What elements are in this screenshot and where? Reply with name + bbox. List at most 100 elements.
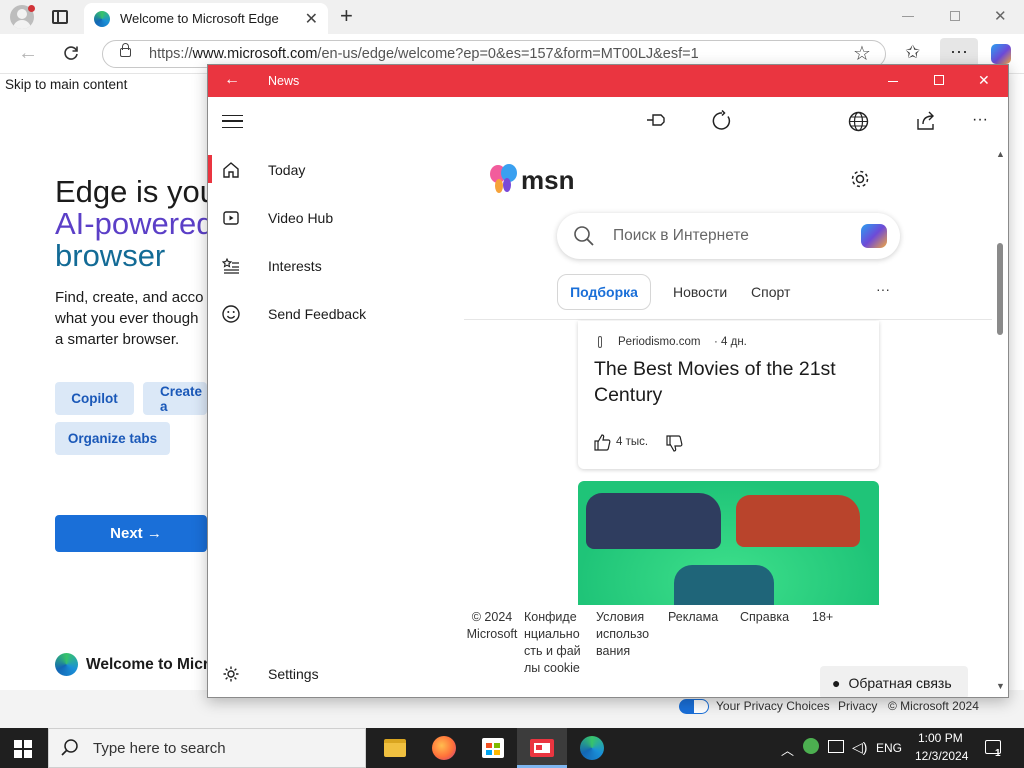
footer-terms-link[interactable]: Условия использования [596, 609, 654, 660]
msn-search-box[interactable]: Поиск в Интернете [557, 213, 900, 259]
url-path: /en-us/edge/welcome?ep=0&es=157&form=MT0… [317, 46, 699, 62]
firefox-icon[interactable] [432, 736, 456, 760]
nav-label-video-hub: Video Hub [268, 210, 334, 226]
welcome-desc-2: what you ever though [55, 310, 199, 327]
close-tab-icon[interactable]: ✕ [305, 9, 318, 29]
article-likes: 4 тыс. [616, 436, 649, 448]
footer-copyright: © 2024 Microsoft [466, 610, 518, 641]
lock-shackle [122, 43, 129, 50]
tab-welcome[interactable]: Welcome to Microsoft Edge ✕ [84, 3, 328, 34]
tray-language[interactable]: ENG [876, 741, 902, 755]
file-explorer-icon[interactable] [384, 739, 406, 757]
nav-item-send-feedback[interactable]: Send Feedback [208, 294, 464, 334]
msn-settings-icon[interactable] [849, 168, 871, 190]
tray-volume-icon[interactable]: ◁) [852, 739, 867, 756]
thumbs-up-icon[interactable] [594, 434, 611, 451]
footer-ads-link[interactable]: Реклама [668, 609, 718, 626]
msn-logo-text: msn [521, 165, 575, 195]
refresh-icon[interactable] [62, 44, 80, 62]
msn-search-placeholder: Поиск в Интернете [613, 227, 749, 244]
start-button-icon[interactable] [14, 740, 32, 758]
copilot-search-icon[interactable] [861, 224, 887, 248]
scroll-down-arrow[interactable]: ▼ [996, 681, 1005, 691]
news-title-bar: ← News ✕ [208, 65, 1008, 97]
url-prefix: https:// [149, 46, 193, 62]
news-close-icon[interactable]: ✕ [978, 72, 990, 89]
cars-image-card[interactable] [578, 481, 879, 605]
suv-blue-image [586, 493, 721, 549]
nav-item-interests[interactable]: Interests [208, 246, 464, 286]
privacy-choices-link[interactable]: Your Privacy Choices [716, 699, 830, 713]
tab-actions-icon[interactable] [52, 10, 68, 24]
smiley-icon [222, 305, 240, 323]
article-source: Periodismo.com [618, 336, 701, 348]
taskbar-search-placeholder: Type here to search [93, 739, 226, 757]
thumbs-down-icon[interactable] [666, 435, 683, 452]
edge-footer-logo-icon [55, 653, 78, 676]
nav-item-today[interactable]: Today [208, 150, 464, 190]
nav-label-settings: Settings [268, 666, 319, 682]
scroll-up-arrow[interactable]: ▲ [996, 149, 1005, 159]
news-back-icon[interactable]: ← [224, 71, 240, 89]
nav-label-send-feedback: Send Feedback [268, 306, 367, 322]
tray-people-icon[interactable] [803, 738, 819, 754]
nav-item-settings[interactable]: Settings [208, 654, 464, 694]
tray-time[interactable]: 1:00 PM [918, 731, 963, 745]
article-age: · 4 дн. [714, 336, 747, 348]
back-icon[interactable]: ← [18, 42, 38, 65]
pin-icon[interactable] [645, 110, 667, 130]
more-options-icon[interactable]: ··· [972, 111, 988, 129]
edge-taskbar-icon[interactable] [580, 736, 604, 760]
news-taskbar-icon[interactable] [530, 739, 554, 757]
nav-item-video-hub[interactable]: Video Hub [208, 198, 464, 238]
share-icon[interactable] [915, 110, 936, 131]
favorites-icon[interactable]: ✩ [905, 42, 920, 63]
globe-icon[interactable] [848, 111, 869, 132]
close-window-icon[interactable]: ✕ [994, 7, 1007, 25]
suv-red-image [736, 495, 860, 547]
privacy-link[interactable]: Privacy [838, 699, 877, 713]
scrollbar-thumb[interactable] [997, 243, 1003, 335]
notification-count: 1 [995, 748, 1001, 759]
news-maximize-icon[interactable] [934, 75, 944, 85]
skip-link[interactable]: Skip to main content [5, 77, 127, 92]
taskbar-search-icon [61, 739, 79, 757]
footer-privacy-link[interactable]: Конфиденциальность и файлы cookie [524, 609, 582, 677]
tab-novosti[interactable]: Новости [673, 284, 727, 300]
new-tab-icon[interactable]: + [340, 5, 353, 27]
hamburger-menu-icon[interactable] [222, 115, 243, 128]
tray-date[interactable]: 12/3/2024 [915, 749, 968, 763]
footer-age-rating: 18+ [812, 610, 834, 624]
nav-label-today: Today [268, 162, 306, 178]
search-icon [573, 225, 595, 247]
microsoft-store-icon[interactable] [482, 738, 504, 758]
tab-podborka[interactable]: Подборка [557, 274, 651, 310]
tray-chevron-icon[interactable]: ︿ [781, 740, 794, 759]
article-card[interactable]: Periodismo.com · 4 дн. The Best Movies o… [578, 321, 879, 469]
refresh-feed-icon[interactable] [711, 110, 733, 132]
copilot-icon[interactable] [991, 44, 1011, 64]
next-button[interactable]: Next → [55, 515, 207, 552]
tray-network-icon[interactable] [828, 740, 844, 753]
settings-gear-icon [222, 665, 240, 683]
article-title[interactable]: The Best Movies of the 21st Century [594, 356, 862, 408]
tab-sport[interactable]: Спорт [751, 284, 790, 300]
create-pill[interactable]: Create a [143, 382, 207, 415]
taskbar-search-box[interactable]: Type here to search [48, 728, 366, 768]
feedback-label: Обратная связь [848, 674, 952, 691]
welcome-desc-3: a smarter browser. [55, 331, 180, 348]
feedback-button[interactable]: ● Обратная связь [820, 666, 968, 697]
minimize-icon[interactable] [902, 16, 914, 17]
news-minimize-icon[interactable] [888, 81, 898, 82]
favorite-star-icon[interactable]: ☆ [853, 41, 871, 66]
msn-content-panel: msn Поиск в Интернете Подборка Новости С… [464, 145, 1008, 697]
footer-help-link[interactable]: Справка [740, 609, 789, 626]
home-icon [222, 161, 240, 179]
restore-icon[interactable] [950, 11, 960, 21]
privacy-choices-icon [679, 699, 709, 714]
organize-tabs-pill[interactable]: Organize tabs [55, 422, 170, 455]
dark-mode-icon[interactable] [781, 111, 799, 131]
tabs-more-icon[interactable]: ··· [876, 281, 890, 297]
url-host: www.microsoft.com [192, 46, 318, 62]
copilot-pill[interactable]: Copilot [55, 382, 134, 415]
